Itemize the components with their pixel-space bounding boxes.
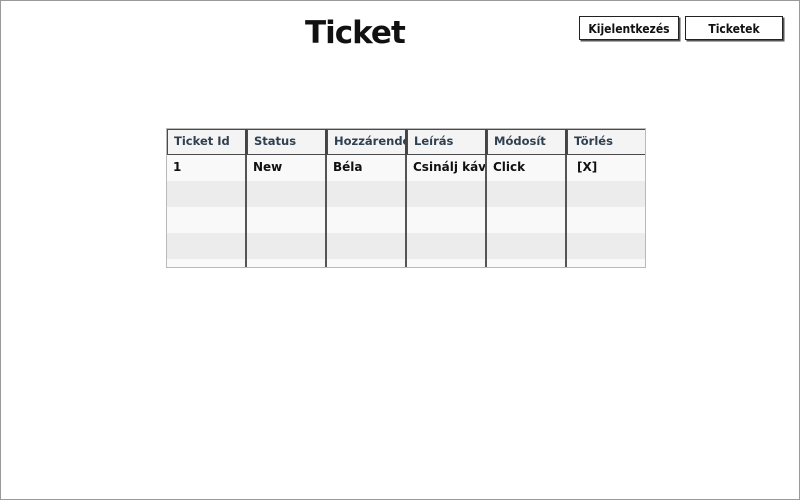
delete-cell xyxy=(567,181,645,207)
ticket-id-cell xyxy=(167,233,247,259)
assigned-cell xyxy=(327,233,407,259)
ticket-id-cell xyxy=(167,181,247,207)
assigned-cell xyxy=(327,181,407,207)
modify-cell xyxy=(487,207,567,233)
assigned-cell xyxy=(327,207,407,233)
table-row xyxy=(167,181,645,207)
description-cell xyxy=(407,259,487,267)
column-header-assigned[interactable]: Hozzárendelt xyxy=(327,129,407,155)
table-row xyxy=(167,259,645,267)
column-header-description[interactable]: Leírás xyxy=(407,129,487,155)
table-row[interactable]: 1 New Béla Csinálj kávét Click [X] xyxy=(167,155,645,181)
description-cell xyxy=(407,233,487,259)
status-cell xyxy=(247,181,327,207)
modify-cell xyxy=(487,259,567,267)
status-cell xyxy=(247,233,327,259)
status-cell: New xyxy=(247,155,327,181)
table-row xyxy=(167,207,645,233)
table-row xyxy=(167,233,645,259)
page-title: Ticket xyxy=(305,15,406,51)
table-body: 1 New Béla Csinálj kávét Click [X] xyxy=(167,155,645,267)
column-header-status[interactable]: Status xyxy=(247,129,327,155)
delete-cell xyxy=(567,233,645,259)
tickets-button[interactable]: Ticketek xyxy=(685,16,783,40)
description-cell xyxy=(407,181,487,207)
modify-cell xyxy=(487,181,567,207)
description-cell: Csinálj kávét xyxy=(407,155,487,181)
table-header: Ticket Id Status Hozzárendelt Leírás Mód… xyxy=(167,129,645,155)
logout-button[interactable]: Kijelentkezés xyxy=(579,16,679,40)
column-header-delete[interactable]: Törlés xyxy=(567,129,645,155)
delete-cell xyxy=(567,259,645,267)
column-header-ticket-id[interactable]: Ticket Id xyxy=(167,129,247,155)
delete-cell xyxy=(567,207,645,233)
description-cell xyxy=(407,207,487,233)
ticket-id-cell: 1 xyxy=(167,155,247,181)
column-header-modify[interactable]: Módosít xyxy=(487,129,567,155)
status-cell xyxy=(247,259,327,267)
modify-cell xyxy=(487,233,567,259)
modify-link[interactable]: Click xyxy=(487,155,567,181)
tickets-table: Ticket Id Status Hozzárendelt Leírás Mód… xyxy=(166,128,646,268)
ticket-id-cell xyxy=(167,207,247,233)
delete-link[interactable]: [X] xyxy=(567,155,645,181)
assigned-cell xyxy=(327,259,407,267)
app-window: Ticket Kijelentkezés Ticketek Ticket Id … xyxy=(0,0,800,500)
assigned-cell: Béla xyxy=(327,155,407,181)
ticket-id-cell xyxy=(167,259,247,267)
status-cell xyxy=(247,207,327,233)
